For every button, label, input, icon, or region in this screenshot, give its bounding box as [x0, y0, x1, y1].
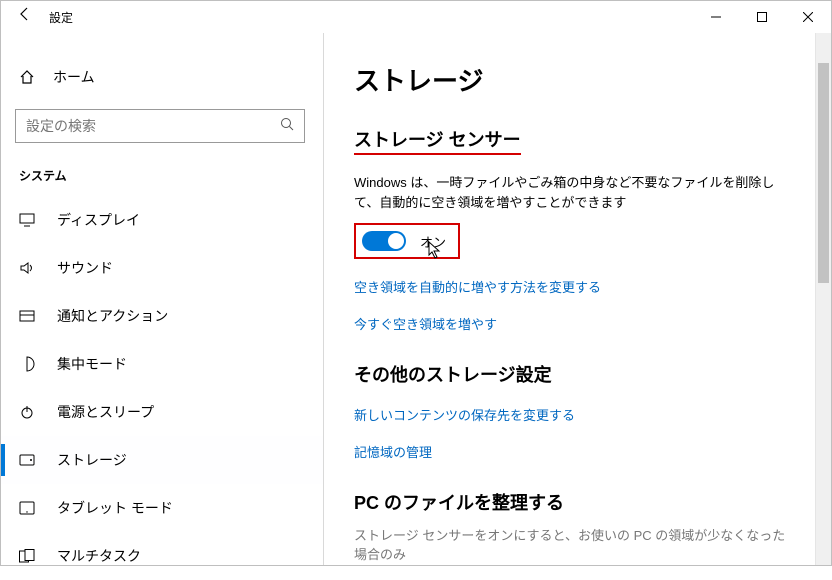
sidebar-item-label: タブレット モード — [57, 498, 173, 518]
sidebar-item-label: サウンド — [57, 258, 113, 278]
power-icon — [19, 404, 37, 420]
sidebar-item-focus[interactable]: 集中モード — [1, 340, 323, 388]
home-icon — [19, 69, 35, 85]
other-storage-heading: その他のストレージ設定 — [354, 361, 789, 387]
sidebar-item-notifications[interactable]: 通知とアクション — [1, 292, 323, 340]
storage-sensor-heading: ストレージ センサー — [354, 126, 789, 155]
page-title: ストレージ — [354, 61, 789, 98]
main-content: ストレージ ストレージ センサー Windows は、一時ファイルやごみ箱の中身… — [324, 33, 831, 565]
sidebar-item-label: 集中モード — [57, 354, 127, 374]
close-button[interactable] — [785, 1, 831, 33]
window-title: 設定 — [49, 9, 73, 26]
tablet-icon — [19, 501, 37, 515]
minimize-button[interactable] — [693, 1, 739, 33]
titlebar: 設定 — [1, 1, 831, 33]
organize-description: ストレージ センサーをオンにすると、お使いの PC の領域が少なくなった場合のみ — [354, 525, 789, 563]
sidebar-item-sound[interactable]: サウンド — [1, 244, 323, 292]
home-button[interactable]: ホーム — [1, 55, 323, 99]
storage-sensor-description: Windows は、一時ファイルやごみ箱の中身など不要なファイルを削除して、自動… — [354, 173, 789, 213]
link-manage-storage[interactable]: 記憶域の管理 — [354, 442, 789, 461]
link-free-now[interactable]: 今すぐ空き領域を増やす — [354, 314, 789, 333]
sound-icon — [19, 261, 37, 275]
multitask-icon — [19, 549, 37, 563]
sidebar-item-multitask[interactable]: マルチタスク — [1, 532, 323, 580]
link-new-content[interactable]: 新しいコンテンツの保存先を変更する — [354, 405, 789, 424]
organize-heading: PC のファイルを整理する — [354, 489, 789, 515]
sidebar-item-label: 通知とアクション — [57, 306, 168, 326]
group-label: システム — [1, 161, 323, 196]
search-icon — [270, 117, 304, 136]
sidebar-item-power[interactable]: 電源とスリープ — [1, 388, 323, 436]
maximize-button[interactable] — [739, 1, 785, 33]
scrollbar[interactable] — [815, 33, 831, 565]
sidebar-item-label: 電源とスリープ — [57, 402, 154, 422]
storage-sensor-toggle[interactable] — [362, 231, 406, 251]
sidebar-item-storage[interactable]: ストレージ — [1, 436, 323, 484]
sidebar-item-tablet[interactable]: タブレット モード — [1, 484, 323, 532]
storage-sensor-toggle-row: オン — [354, 223, 460, 259]
sidebar-item-display[interactable]: ディスプレイ — [1, 196, 323, 244]
search-box[interactable] — [15, 109, 305, 143]
notifications-icon — [19, 309, 37, 323]
link-change-method[interactable]: 空き領域を自動的に増やす方法を変更する — [354, 277, 789, 296]
cursor-icon — [428, 241, 442, 264]
sidebar: ホーム システム ディスプレイ サウンド 通知とアクション 集中モード 電源 — [1, 33, 323, 565]
sidebar-item-label: ディスプレイ — [57, 210, 140, 230]
sidebar-item-label: ストレージ — [57, 450, 127, 470]
scrollbar-thumb[interactable] — [818, 63, 829, 283]
search-input[interactable] — [16, 118, 270, 134]
display-icon — [19, 213, 37, 227]
home-label: ホーム — [53, 67, 95, 87]
focus-icon — [19, 356, 37, 372]
back-button[interactable] — [1, 1, 49, 33]
storage-icon — [19, 454, 37, 466]
window-controls — [693, 1, 831, 33]
sidebar-item-label: マルチタスク — [57, 546, 141, 566]
